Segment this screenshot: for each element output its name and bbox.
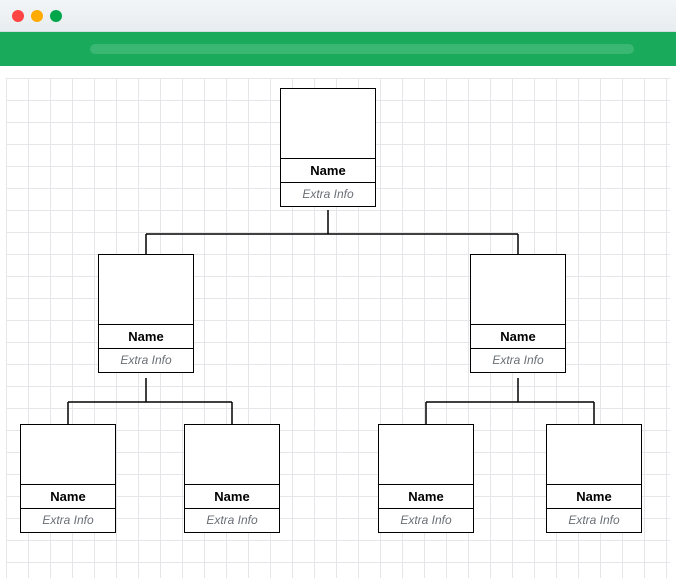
node-photo	[21, 425, 115, 485]
node-name-label: Name	[21, 485, 115, 509]
org-node-root[interactable]: Name Extra Info	[280, 88, 376, 207]
org-node-leaf-3[interactable]: Name Extra Info	[378, 424, 474, 533]
diagram-canvas[interactable]: Name Extra Info Name Extra Info Name Ext…	[6, 78, 670, 578]
org-node-l2-right[interactable]: Name Extra Info	[470, 254, 566, 373]
node-name-label: Name	[185, 485, 279, 509]
node-photo	[185, 425, 279, 485]
node-extra-label: Extra Info	[547, 509, 641, 532]
node-name-label: Name	[547, 485, 641, 509]
node-extra-label: Extra Info	[379, 509, 473, 532]
node-name-label: Name	[99, 325, 193, 349]
node-name-label: Name	[379, 485, 473, 509]
node-extra-label: Extra Info	[281, 183, 375, 206]
org-node-l2-left[interactable]: Name Extra Info	[98, 254, 194, 373]
window-chrome	[0, 0, 676, 32]
node-name-label: Name	[281, 159, 375, 183]
node-extra-label: Extra Info	[99, 349, 193, 372]
toolbar-track	[90, 44, 634, 54]
node-photo	[379, 425, 473, 485]
app-toolbar	[0, 32, 676, 66]
node-photo	[99, 255, 193, 325]
node-photo	[471, 255, 565, 325]
org-node-leaf-1[interactable]: Name Extra Info	[20, 424, 116, 533]
minimize-icon[interactable]	[31, 10, 43, 22]
node-photo	[547, 425, 641, 485]
org-node-leaf-2[interactable]: Name Extra Info	[184, 424, 280, 533]
zoom-icon[interactable]	[50, 10, 62, 22]
node-photo	[281, 89, 375, 159]
node-extra-label: Extra Info	[471, 349, 565, 372]
close-icon[interactable]	[12, 10, 24, 22]
node-extra-label: Extra Info	[21, 509, 115, 532]
node-name-label: Name	[471, 325, 565, 349]
node-extra-label: Extra Info	[185, 509, 279, 532]
org-node-leaf-4[interactable]: Name Extra Info	[546, 424, 642, 533]
